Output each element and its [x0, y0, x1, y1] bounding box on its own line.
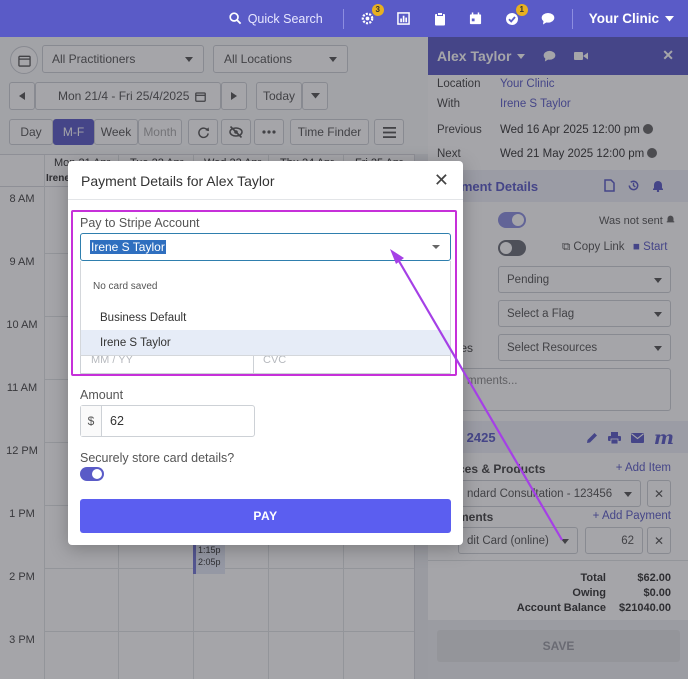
currency-prefix: $ [81, 406, 102, 436]
quick-search[interactable]: Quick Search [229, 12, 323, 26]
payment-details-modal: Payment Details for Alex Taylor ✕ Pay to… [68, 161, 463, 545]
store-card-label: Securely store card details? [80, 451, 235, 465]
notification-badge: 1 [515, 3, 528, 16]
search-icon [229, 12, 241, 25]
amount-input-group: $ 62 [80, 405, 255, 437]
top-bar: Quick Search 3 1 Your Clinic [0, 0, 688, 37]
divider [342, 8, 344, 29]
close-icon[interactable]: ✕ [434, 170, 449, 191]
amount-input[interactable]: 62 [102, 406, 124, 436]
clinic-name: Your Clinic [588, 11, 659, 26]
divider [571, 8, 573, 29]
chat-icon[interactable] [536, 7, 560, 31]
divider [68, 199, 463, 200]
highlight-box [71, 210, 457, 376]
chart-icon[interactable] [392, 7, 416, 31]
pay-button[interactable]: PAY [80, 499, 451, 533]
modal-title: Payment Details for Alex Taylor [81, 173, 275, 189]
gear-icon[interactable]: 3 [356, 3, 384, 31]
clinic-menu[interactable]: Your Clinic [589, 11, 674, 26]
notification-badge: 3 [371, 3, 384, 16]
clipboard-icon[interactable] [428, 7, 452, 31]
store-card-toggle[interactable] [80, 467, 104, 481]
check-circle-icon[interactable]: 1 [500, 3, 528, 31]
quick-search-label: Quick Search [247, 11, 323, 26]
chevron-down-icon [665, 15, 674, 21]
amount-label: Amount [80, 388, 124, 402]
calendar-icon[interactable] [464, 7, 488, 31]
